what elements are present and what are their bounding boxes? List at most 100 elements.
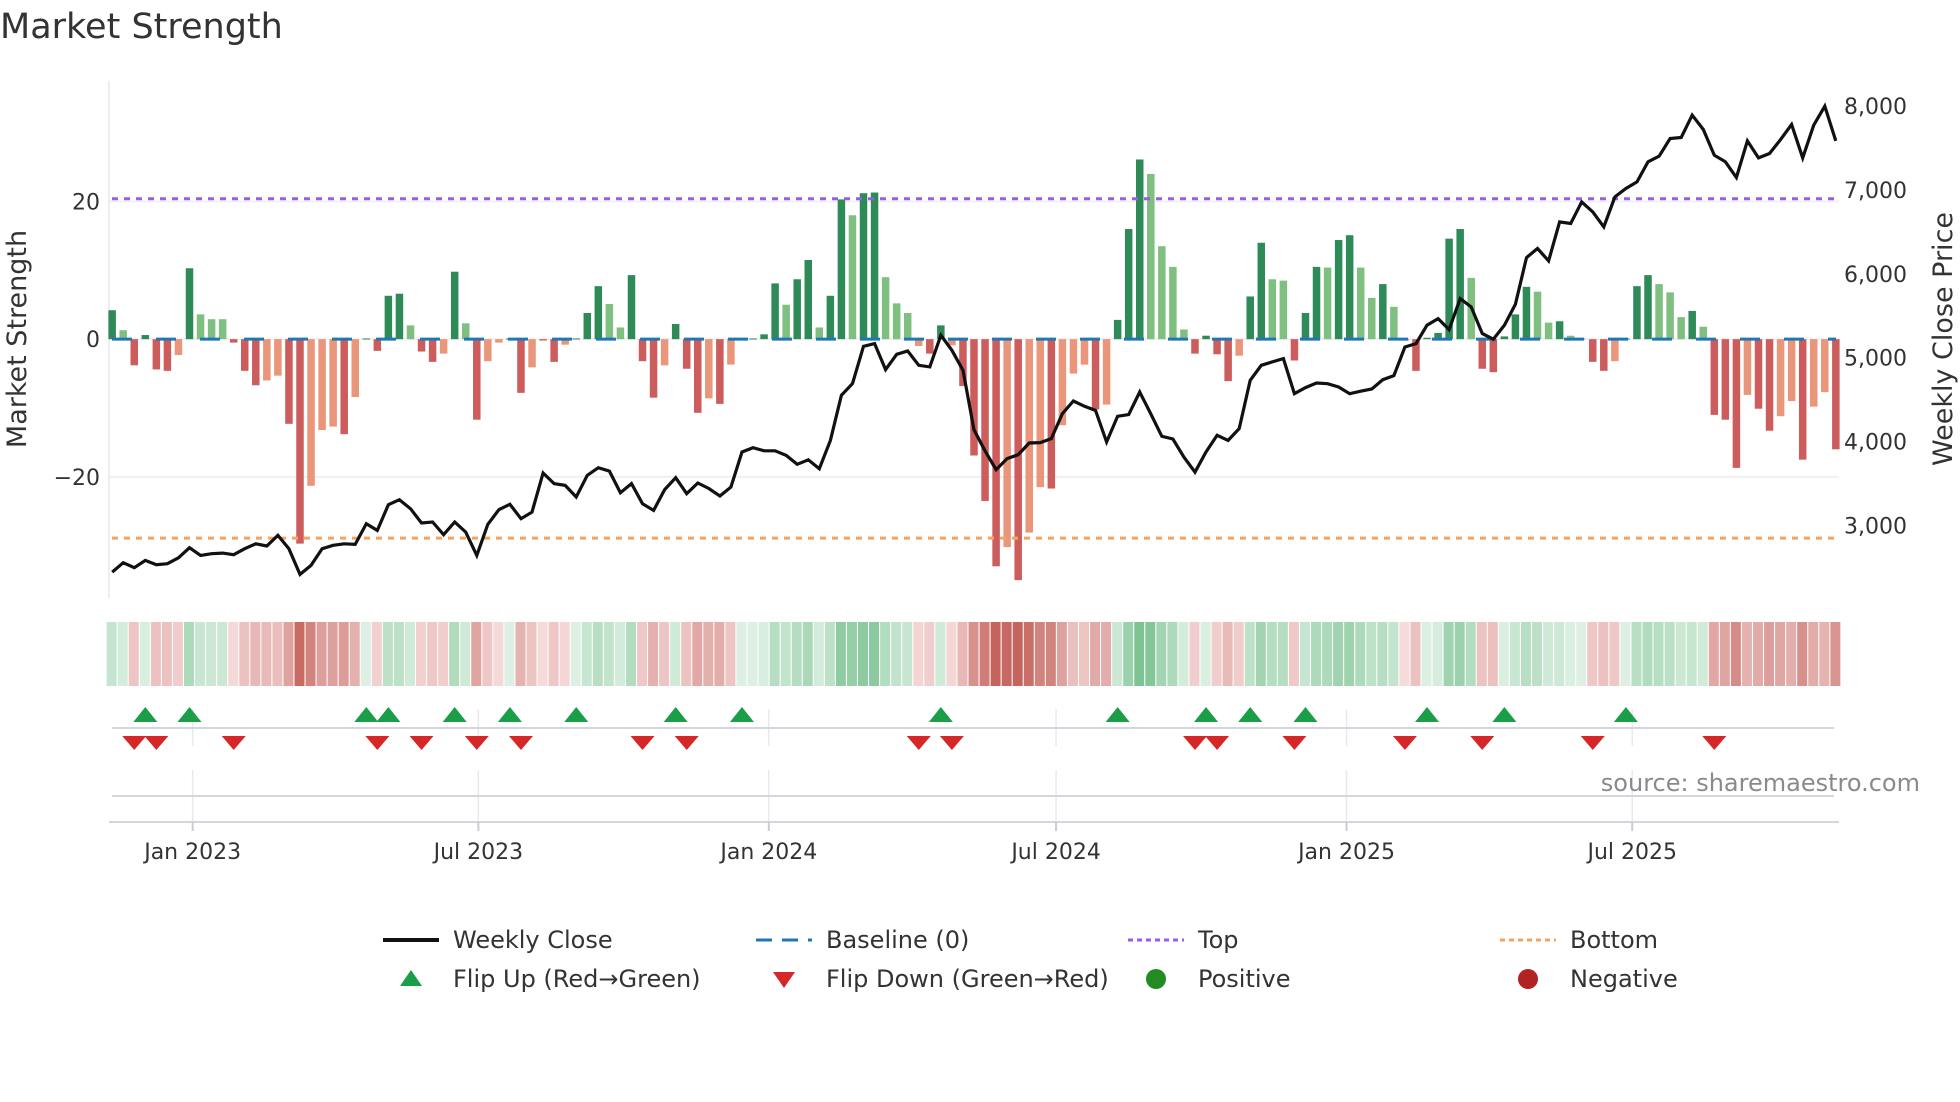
strength-bar (196, 314, 205, 340)
heatmap-cell (791, 622, 802, 686)
heatmap-cell (184, 622, 195, 686)
heatmap-cell (526, 622, 537, 686)
heatmap-cell (393, 622, 404, 686)
x-tick-label: Jul 2025 (1585, 840, 1677, 865)
strength-bar (439, 339, 448, 354)
flip-up-marker (1415, 707, 1440, 722)
heatmap-cell (537, 622, 548, 686)
strength-bar (1776, 339, 1785, 417)
heatmap-cell (1266, 622, 1277, 686)
flip-up-marker (1293, 707, 1318, 722)
strength-bar (981, 339, 989, 501)
strength-bar (1765, 339, 1774, 431)
heatmap-cell (438, 622, 449, 686)
flip-down-marker (464, 736, 489, 750)
strength-bar (1699, 326, 1708, 340)
heatmap-cell (1101, 622, 1112, 686)
heatmap-cell (1686, 622, 1697, 686)
strength-bar (1014, 339, 1022, 581)
strength-bar (1644, 275, 1652, 340)
strength-bar (1555, 321, 1564, 340)
strength-bar (1611, 339, 1619, 362)
heatmap-cell (1642, 622, 1653, 686)
heatmap-cell (968, 622, 979, 686)
heatmap-cell (1288, 622, 1299, 686)
flip-down-marker (906, 736, 931, 750)
heatmap-cell (990, 622, 1001, 686)
heatmap-cell (1410, 622, 1421, 686)
heatmap-cell (305, 622, 316, 686)
strength-bar (240, 339, 249, 371)
heatmap-cell (1631, 622, 1642, 686)
heatmap-cell (1432, 622, 1443, 686)
heatmap-cell (1719, 622, 1730, 686)
strength-bar (1511, 314, 1520, 340)
heatmap-cell (106, 622, 117, 686)
heatmap-cell (603, 622, 614, 686)
heatmap-cell (206, 622, 217, 686)
heatmap-cell (316, 622, 327, 686)
strength-bar (1666, 292, 1674, 340)
strength-bar (318, 339, 326, 431)
heatmap-cell (1156, 622, 1167, 686)
heatmap-cell (1377, 622, 1388, 686)
strength-bar (881, 277, 890, 340)
flip-down-marker (409, 736, 434, 750)
heatmap-cell (139, 622, 150, 686)
heatmap-cell (1189, 622, 1200, 686)
heatmap-cell (1311, 622, 1322, 686)
heatmap-cell (1388, 622, 1399, 686)
strength-bar (771, 283, 779, 340)
strength-bar (1821, 339, 1829, 393)
strength-bar (682, 339, 691, 369)
strength-bar (1158, 246, 1166, 340)
heatmap-cell (1465, 622, 1476, 686)
heatmap-cell (802, 622, 813, 686)
heatmap-cell (150, 622, 161, 686)
strength-bar (1169, 266, 1177, 340)
strength-bar (373, 339, 382, 351)
heatmap-cell (835, 622, 846, 686)
strength-bar (649, 339, 658, 398)
flip-down-marker (1702, 736, 1727, 750)
strength-bar (627, 275, 636, 340)
heatmap-cell (349, 622, 360, 686)
strength-bar (1312, 266, 1321, 340)
strength-bar (1323, 267, 1332, 340)
heatmap-cell (1355, 622, 1366, 686)
heatmap-cell (1277, 622, 1288, 686)
heatmap-cell (813, 622, 824, 686)
strength-bar (1025, 339, 1033, 533)
heatmap-cell (1620, 622, 1631, 686)
heatmap-cell (824, 622, 835, 686)
heatmap-cell (1255, 622, 1266, 686)
flip-down-marker (1392, 736, 1417, 750)
heatmap-cell (1023, 622, 1034, 686)
heatmap-cell (1067, 622, 1078, 686)
heatmap-cell (1322, 622, 1333, 686)
heatmap-cell (681, 622, 692, 686)
strength-bar (484, 339, 492, 362)
strength-bar (218, 319, 227, 340)
strength-bar (351, 339, 359, 397)
strength-bar (1036, 339, 1045, 488)
flip-up-marker (564, 707, 589, 722)
strength-bar (1124, 229, 1133, 340)
flip-down-marker (1470, 736, 1495, 750)
heatmap-cell (913, 622, 924, 686)
heatmap-cell (515, 622, 526, 686)
strength-bar (207, 319, 216, 340)
heatmap-cell (1090, 622, 1101, 686)
heatmap-cell (416, 622, 427, 686)
strength-bar (395, 293, 404, 340)
heatmap-cell (239, 622, 250, 686)
heatmap-cell (261, 622, 272, 686)
heatmap-cell (1565, 622, 1576, 686)
strength-bar (870, 192, 879, 340)
strength-bar (495, 339, 503, 343)
flip-up-marker (442, 707, 467, 722)
strength-bar (1522, 286, 1531, 340)
strength-bar (1743, 339, 1752, 395)
x-axis-ticks: Jan 2023 Jul 2023 Jan 2024 Jul 2024 Jan 2025… (142, 822, 1677, 865)
flip-up-marker (1613, 707, 1638, 722)
